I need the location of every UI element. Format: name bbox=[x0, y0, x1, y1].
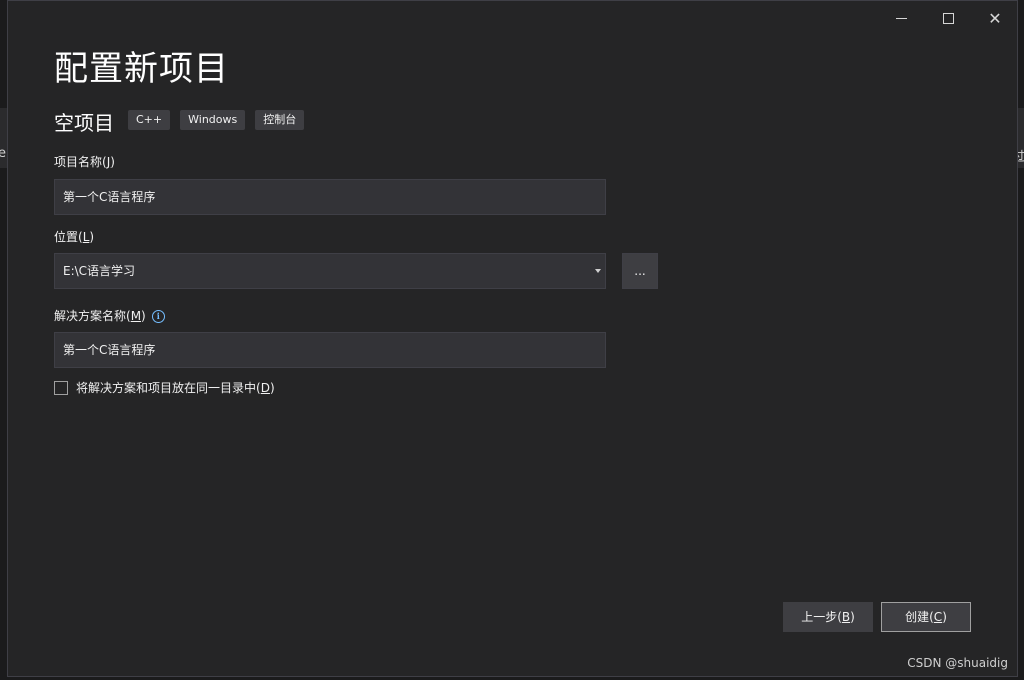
close-button[interactable]: ✕ bbox=[972, 1, 1018, 35]
project-name-value: 第一个C语言程序 bbox=[63, 190, 156, 204]
maximize-icon bbox=[942, 12, 954, 24]
minimize-button[interactable] bbox=[878, 1, 924, 35]
background-edge-text-left: e bbox=[0, 146, 6, 161]
solution-name-value: 第一个C语言程序 bbox=[63, 343, 156, 357]
location-label: 位置(L) bbox=[54, 230, 95, 244]
project-template-name: 空项目 bbox=[54, 111, 114, 135]
tag-project-type: 控制台 bbox=[255, 110, 305, 130]
same-directory-checkbox[interactable] bbox=[54, 380, 68, 395]
maximize-button[interactable] bbox=[925, 1, 971, 35]
project-name-label: 项目名称(J) bbox=[54, 155, 115, 169]
chevron-down-icon[interactable] bbox=[595, 269, 601, 273]
configure-project-dialog: ✕ 配置新项目 空项目 C++ Windows 控制台 项目名称(J) 第一个C… bbox=[7, 0, 1018, 677]
same-directory-label: 将解决方案和项目放在同一目录中(D) bbox=[76, 381, 275, 395]
location-value: E:\C语言学习 bbox=[63, 264, 136, 278]
tag-platform: Windows bbox=[180, 110, 246, 130]
browse-location-button[interactable]: ... bbox=[622, 253, 658, 289]
solution-name-input[interactable]: 第一个C语言程序 bbox=[54, 332, 606, 368]
back-button[interactable]: 上一步(B) bbox=[783, 602, 873, 632]
minimize-icon bbox=[895, 17, 907, 19]
watermark: CSDN @shuaidig bbox=[907, 656, 1008, 670]
project-name-input[interactable]: 第一个C语言程序 bbox=[54, 179, 606, 215]
info-icon[interactable]: i bbox=[151, 310, 165, 323]
close-icon: ✕ bbox=[988, 8, 1002, 28]
same-directory-option[interactable]: 将解决方案和项目放在同一目录中(D) bbox=[54, 379, 275, 396]
tag-language: C++ bbox=[128, 110, 171, 130]
solution-name-label: 解决方案名称(M) i bbox=[54, 307, 165, 324]
page-title: 配置新项目 bbox=[54, 49, 229, 89]
location-combobox[interactable]: E:\C语言学习 bbox=[54, 253, 606, 289]
create-button[interactable]: 创建(C) bbox=[881, 602, 971, 632]
template-tags: C++ Windows 控制台 bbox=[128, 110, 305, 130]
